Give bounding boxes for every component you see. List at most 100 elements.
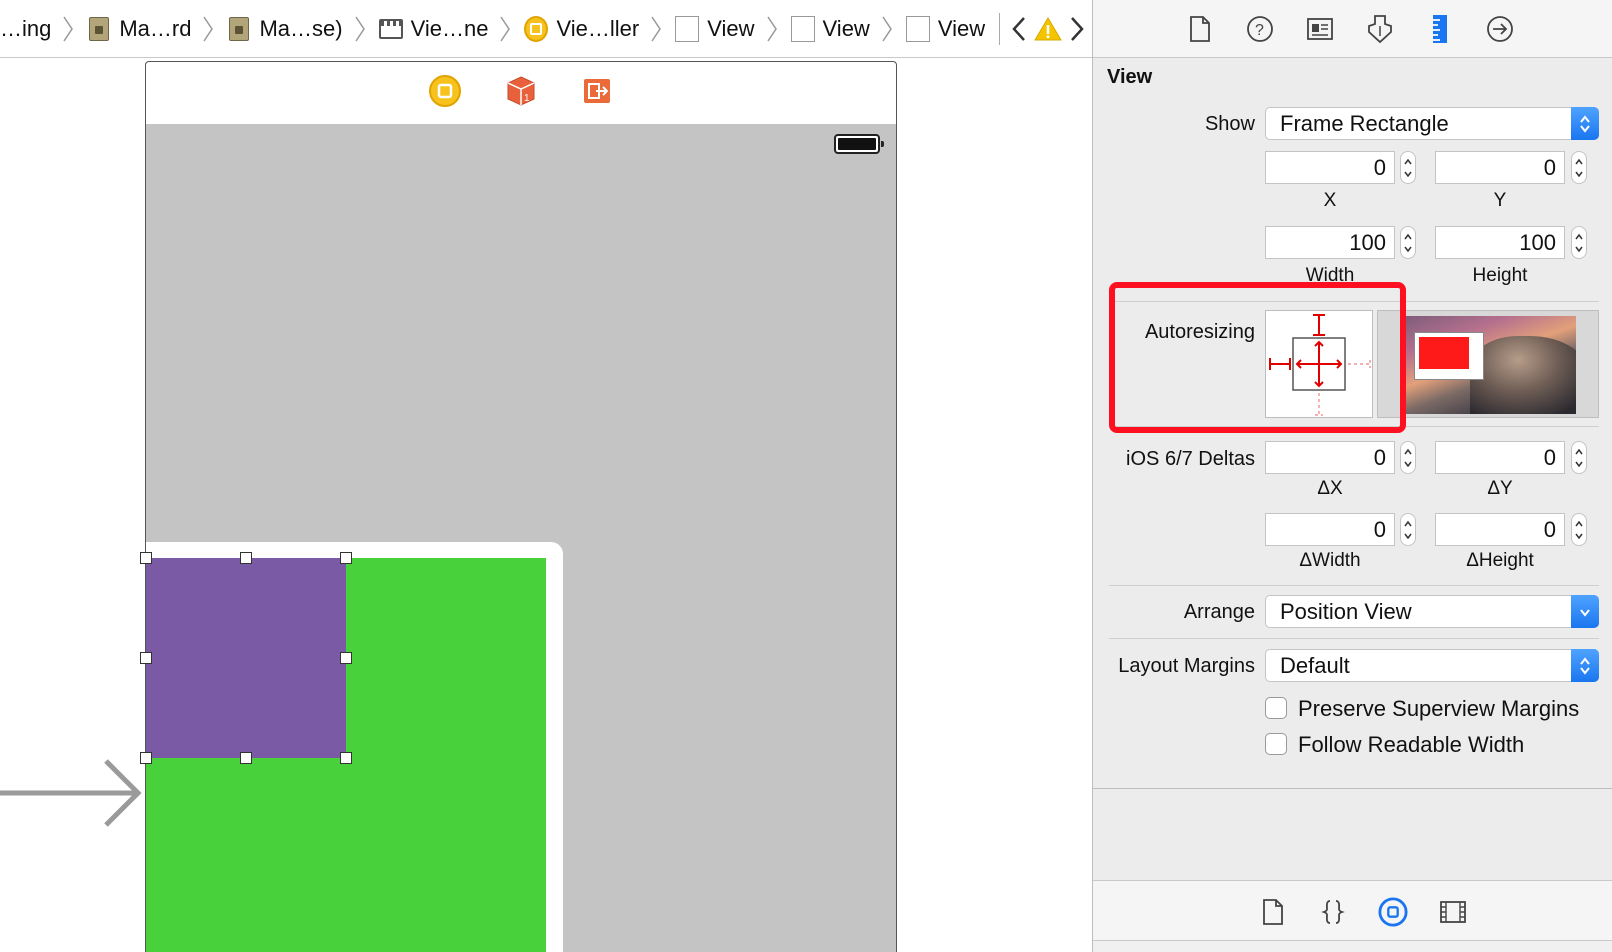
storyboard-file-icon xyxy=(87,16,111,41)
breadcrumb-item-storyboard-base[interactable]: Ma…se) xyxy=(215,0,366,57)
chevron-right-icon xyxy=(354,16,365,41)
show-popup[interactable]: Frame Rectangle xyxy=(1265,107,1599,140)
breadcrumb-item-project[interactable]: …ing xyxy=(0,0,75,57)
chevron-right-icon xyxy=(63,16,74,41)
warning-icon xyxy=(1034,16,1062,40)
code-snippet-icon[interactable] xyxy=(1318,897,1348,927)
view-icon xyxy=(790,15,815,42)
resize-handle-bottom[interactable] xyxy=(240,752,252,764)
issues-button[interactable] xyxy=(1033,0,1062,57)
breadcrumb-label: View xyxy=(707,15,755,41)
arrange-popup[interactable]: Position View xyxy=(1265,595,1599,628)
delta-x-stepper[interactable] xyxy=(1400,441,1416,474)
resize-handle-right[interactable] xyxy=(340,652,352,664)
breadcrumb-item-view-controller[interactable]: Vie…ller xyxy=(512,0,663,57)
resize-handle-bottom-right[interactable] xyxy=(340,752,352,764)
delta-y-stepper[interactable] xyxy=(1571,441,1587,474)
svg-text:1: 1 xyxy=(524,93,530,104)
layout-margins-popup-value: Default xyxy=(1280,653,1350,678)
breadcrumb-label: …ing xyxy=(0,15,52,41)
connections-inspector-icon[interactable] xyxy=(1485,14,1515,44)
y-stepper[interactable] xyxy=(1571,151,1587,184)
chevron-right-icon xyxy=(203,16,214,41)
preserve-superview-margins-checkbox[interactable] xyxy=(1265,697,1287,719)
breadcrumb-item-view-selected[interactable]: View xyxy=(894,0,985,57)
storyboard-file-icon xyxy=(227,16,251,41)
follow-readable-width-checkbox[interactable] xyxy=(1265,733,1287,755)
view-controller-icon[interactable] xyxy=(428,74,462,113)
quick-help-icon[interactable]: ? xyxy=(1245,14,1275,44)
x-stepper[interactable] xyxy=(1400,151,1416,184)
chevron-right-icon xyxy=(882,16,892,41)
layout-margins-popup[interactable]: Default xyxy=(1265,649,1599,682)
delta-width-stepper[interactable] xyxy=(1400,513,1416,546)
breadcrumb-item-storyboard[interactable]: Ma…rd xyxy=(75,0,215,57)
library-tab-bar xyxy=(1093,880,1612,942)
exit-icon[interactable] xyxy=(580,74,614,113)
scene-dock: 1 xyxy=(145,61,897,125)
file-inspector-icon[interactable] xyxy=(1185,14,1215,44)
view-controller-icon xyxy=(524,15,549,42)
breadcrumb-item-view[interactable]: View xyxy=(779,0,894,57)
delta-y-label: ΔY xyxy=(1487,478,1513,499)
height-label: Height xyxy=(1472,265,1528,286)
back-button[interactable] xyxy=(1004,0,1033,57)
delta-height-field[interactable]: 0 xyxy=(1435,513,1565,546)
breadcrumb-item-scene[interactable]: Vie…ne xyxy=(367,0,513,57)
delta-height-stepper[interactable] xyxy=(1571,513,1587,546)
chevron-right-icon xyxy=(766,16,777,41)
identity-inspector-icon[interactable] xyxy=(1305,14,1335,44)
preserve-superview-margins-label: Preserve Superview Margins xyxy=(1298,696,1580,721)
preview-background-image xyxy=(1400,316,1576,414)
breadcrumb-label: Ma…se) xyxy=(259,15,343,41)
object-library-icon[interactable] xyxy=(1378,896,1408,927)
forward-button[interactable] xyxy=(1063,0,1092,57)
x-field[interactable]: 0 xyxy=(1265,151,1395,184)
selected-purple-view[interactable] xyxy=(146,558,346,758)
resize-handle-left[interactable] xyxy=(140,652,152,664)
divider xyxy=(1109,638,1599,639)
jump-bar: …ing Ma…rd Ma…se) Vie…ne Vie…ller View V… xyxy=(0,0,1092,58)
width-field[interactable]: 100 xyxy=(1265,226,1395,259)
y-field[interactable]: 0 xyxy=(1435,151,1565,184)
width-stepper[interactable] xyxy=(1400,226,1416,259)
divider xyxy=(1109,585,1599,586)
x-label: X xyxy=(1323,190,1337,211)
follow-readable-width-label: Follow Readable Width xyxy=(1298,732,1525,757)
divider xyxy=(1093,788,1612,789)
breadcrumb-item-view[interactable]: View xyxy=(663,0,778,57)
y-label: Y xyxy=(1493,190,1507,211)
arrange-label: Arrange xyxy=(1183,601,1255,623)
first-responder-icon[interactable]: 1 xyxy=(504,74,538,113)
delta-y-field[interactable]: 0 xyxy=(1435,441,1565,474)
chevron-updown-icon xyxy=(1571,107,1599,140)
battery-icon xyxy=(834,134,884,154)
deltas-label: iOS 6/7 Deltas xyxy=(1126,448,1255,470)
delta-width-field[interactable]: 0 xyxy=(1265,513,1395,546)
media-library-icon[interactable] xyxy=(1438,897,1468,927)
view-controller-root-view[interactable] xyxy=(140,124,897,952)
delta-x-field[interactable]: 0 xyxy=(1265,441,1395,474)
chevron-left-icon xyxy=(1012,16,1025,41)
arrange-popup-value: Position View xyxy=(1280,599,1412,624)
delta-x-label: ΔX xyxy=(1317,478,1343,499)
show-label: Show xyxy=(1204,113,1255,135)
size-inspector-icon[interactable] xyxy=(1425,14,1455,44)
show-popup-value: Frame Rectangle xyxy=(1280,111,1449,136)
chevron-updown-icon xyxy=(1571,649,1599,682)
file-template-icon[interactable] xyxy=(1258,897,1288,927)
resize-handle-top[interactable] xyxy=(240,552,252,564)
svg-text:?: ? xyxy=(1255,22,1264,39)
view-icon xyxy=(905,15,930,42)
storyboard-canvas[interactable]: 1 xyxy=(0,59,1092,952)
height-stepper[interactable] xyxy=(1571,226,1587,259)
divider xyxy=(999,12,1001,45)
delta-width-label: ΔWidth xyxy=(1299,550,1361,571)
resize-handle-top-right[interactable] xyxy=(340,552,352,564)
chevron-right-icon xyxy=(651,16,662,41)
height-field[interactable]: 100 xyxy=(1435,226,1565,259)
resize-handle-top-left[interactable] xyxy=(140,552,152,564)
attributes-inspector-icon[interactable] xyxy=(1365,14,1395,44)
autoresizing-preview xyxy=(1377,310,1599,418)
delta-height-label: ΔHeight xyxy=(1466,550,1534,571)
